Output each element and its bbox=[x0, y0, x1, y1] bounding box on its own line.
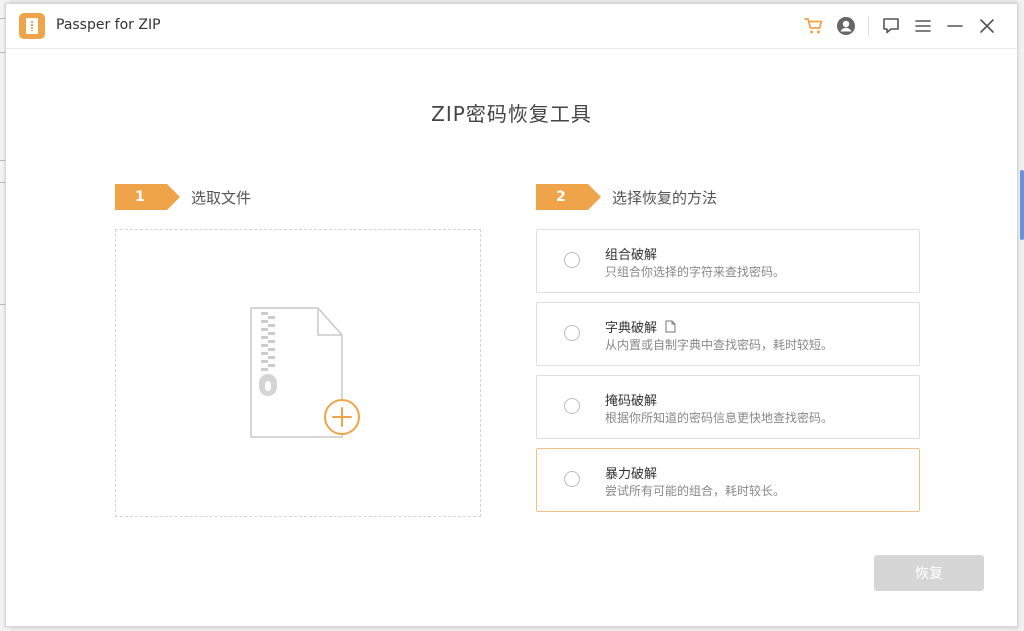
method-title: 暴力破解 bbox=[605, 467, 658, 482]
app-logo-icon bbox=[19, 13, 45, 39]
minimize-icon bbox=[947, 25, 963, 27]
close-icon bbox=[980, 19, 994, 33]
account-button[interactable] bbox=[830, 14, 862, 38]
method-combination-option[interactable]: 组合破解 只组合你选择的字符来查找密码。 bbox=[536, 229, 920, 293]
step-2-badge: 2 bbox=[536, 184, 601, 210]
restore-button[interactable]: 恢复 bbox=[874, 555, 984, 591]
radio-button[interactable] bbox=[564, 252, 580, 268]
add-zip-file-icon bbox=[250, 307, 360, 438]
method-mask-option[interactable]: 掩码破解 根据你所知道的密码信息更快地查找密码。 bbox=[536, 375, 920, 439]
method-description: 只组合你选择的字符来查找密码。 bbox=[605, 265, 786, 279]
radio-button[interactable] bbox=[564, 325, 580, 341]
titlebar-divider bbox=[868, 16, 869, 36]
radio-button[interactable] bbox=[564, 471, 580, 487]
title-bar: Passper for ZIP bbox=[6, 4, 1017, 49]
step-2-label: 选择恢复的方法 bbox=[612, 188, 718, 207]
app-window: Passper for ZIP ZIP密码恢复工具 1 选取文件 2 选择恢复的… bbox=[5, 3, 1018, 627]
minimize-button[interactable] bbox=[939, 14, 971, 38]
cart-icon bbox=[804, 18, 823, 34]
background-scrollbar bbox=[1018, 0, 1024, 631]
method-title: 掩码破解 bbox=[605, 394, 658, 409]
cart-button[interactable] bbox=[798, 14, 830, 38]
radio-button[interactable] bbox=[564, 398, 580, 414]
file-dropzone[interactable] bbox=[115, 229, 481, 517]
method-description: 根据你所知道的密码信息更快地查找密码。 bbox=[605, 411, 834, 425]
method-dictionary-option[interactable]: 字典破解 从内置或自制字典中查找密码，耗时较短。 bbox=[536, 302, 920, 366]
step-1-label: 选取文件 bbox=[191, 188, 252, 207]
method-title-row: 字典破解 bbox=[605, 317, 676, 336]
method-description: 尝试所有可能的组合，耗时较长。 bbox=[605, 484, 786, 498]
page-title: ZIP密码恢复工具 bbox=[431, 102, 592, 126]
titlebar-controls bbox=[798, 14, 1003, 38]
feedback-button[interactable] bbox=[875, 14, 907, 38]
method-title: 字典破解 bbox=[605, 321, 658, 336]
step-1-badge: 1 bbox=[115, 184, 180, 210]
close-button[interactable] bbox=[971, 14, 1003, 38]
method-description: 从内置或自制字典中查找密码，耗时较短。 bbox=[605, 338, 834, 352]
method-title: 组合破解 bbox=[605, 248, 658, 263]
step-2-header: 2 选择恢复的方法 bbox=[536, 184, 717, 210]
method-brute-force-option[interactable]: 暴力破解 尝试所有可能的组合，耗时较长。 bbox=[536, 448, 920, 512]
step-1-header: 1 选取文件 bbox=[115, 184, 251, 210]
account-icon bbox=[837, 17, 855, 35]
app-title: Passper for ZIP bbox=[56, 17, 161, 33]
feedback-icon bbox=[883, 18, 899, 34]
menu-icon bbox=[915, 20, 931, 32]
document-icon[interactable] bbox=[665, 320, 676, 333]
menu-button[interactable] bbox=[907, 14, 939, 38]
